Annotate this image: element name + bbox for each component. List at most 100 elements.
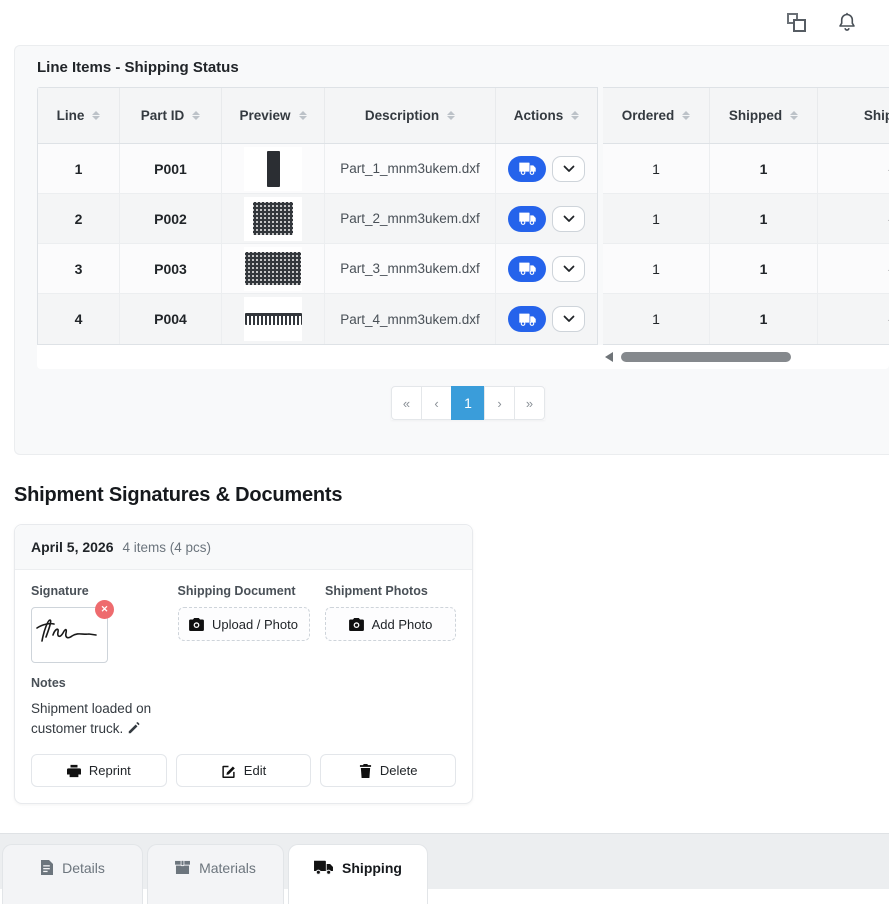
tab-shipping[interactable]: Shipping [288, 844, 428, 904]
column-header-shipped-date[interactable]: Shipped [818, 88, 889, 143]
tab-materials[interactable]: Materials [147, 844, 284, 904]
ship-truck-button[interactable] [508, 156, 546, 182]
cell-shipped-date: - [818, 244, 889, 293]
column-header-preview[interactable]: Preview [222, 88, 325, 143]
part-preview-shape [253, 202, 293, 235]
edit-button[interactable]: Edit [176, 754, 312, 787]
trash-icon [359, 764, 372, 778]
bottom-tab-bar: Details Materials Shipping [0, 833, 889, 889]
part-preview-shape [245, 313, 302, 325]
sort-icon [790, 111, 798, 120]
part-preview-shape [245, 252, 301, 285]
cell-shipped-date: - [818, 194, 889, 243]
box-icon [175, 860, 190, 874]
table-row: 1 P001 Part_1_mnm3ukem.dxf [38, 144, 597, 194]
reprint-button[interactable]: Reprint [31, 754, 167, 787]
pagination-page-1-button[interactable]: 1 [451, 386, 485, 420]
column-header-description[interactable]: Description [325, 88, 496, 143]
cell-shipped: 1 [710, 194, 818, 243]
part-preview-thumbnail[interactable] [244, 147, 302, 191]
ship-truck-button[interactable] [508, 206, 546, 232]
signature-thumbnail[interactable]: ✕ [31, 607, 108, 663]
cell-actions [496, 194, 597, 243]
row-dropdown-button[interactable] [552, 256, 585, 282]
cell-shipped-date: - [818, 294, 889, 344]
notes-text: Shipment loaded on customer truck. [31, 699, 189, 739]
tab-details[interactable]: Details [2, 844, 143, 904]
row-dropdown-button[interactable] [552, 156, 585, 182]
chevron-down-icon [563, 315, 575, 323]
column-header-line[interactable]: Line [38, 88, 120, 143]
cell-actions [496, 244, 597, 293]
cell-shipped: 1 [710, 144, 818, 193]
row-dropdown-button[interactable] [552, 306, 585, 332]
camera-icon [189, 618, 204, 631]
scrollbar-left-arrow-icon[interactable] [605, 352, 613, 362]
column-header-part-id[interactable]: Part ID [120, 88, 222, 143]
pencil-icon[interactable] [127, 721, 141, 735]
scrollbar-thumb[interactable] [621, 352, 791, 362]
cell-ordered: 1 [603, 144, 710, 193]
cell-line: 1 [38, 144, 120, 193]
sort-icon [92, 111, 100, 120]
sort-icon [299, 111, 307, 120]
upload-photo-button[interactable]: Upload / Photo [178, 607, 310, 641]
table-header-row-scroll: Ordered Shipped Shipped [603, 88, 889, 144]
table-fixed-pane: Line Part ID Preview Description Actions… [37, 87, 598, 345]
signature-label: Signature [31, 584, 178, 598]
shipment-photos-label: Shipment Photos [325, 584, 456, 598]
cell-line: 4 [38, 294, 120, 344]
cell-part-id: P001 [120, 144, 222, 193]
chevron-down-icon [563, 215, 575, 223]
shipment-card: April 5, 2026 4 items (4 pcs) Signature … [14, 524, 473, 804]
ship-truck-button[interactable] [508, 306, 546, 332]
line-items-panel: Line Items - Shipping Status Line Part I… [14, 45, 889, 455]
ship-truck-button[interactable] [508, 256, 546, 282]
pagination-prev-button[interactable]: ‹ [421, 386, 452, 420]
cell-ordered: 1 [603, 194, 710, 243]
row-dropdown-button[interactable] [552, 206, 585, 232]
add-photo-button[interactable]: Add Photo [325, 607, 456, 641]
pagination-next-button[interactable]: › [484, 386, 515, 420]
cell-preview [222, 244, 325, 293]
part-preview-thumbnail[interactable] [244, 297, 302, 341]
cell-shipped: 1 [710, 244, 818, 293]
delete-button[interactable]: Delete [320, 754, 456, 787]
sort-icon [571, 111, 579, 120]
pagination-last-button[interactable]: » [514, 386, 545, 420]
cell-part-id: P003 [120, 244, 222, 293]
sort-icon [682, 111, 690, 120]
table-row-scroll: 1 1 - [603, 244, 889, 294]
cell-actions [496, 144, 597, 193]
shipment-date: April 5, 2026 [31, 539, 114, 555]
edit-square-icon [221, 764, 236, 778]
signatures-heading: Shipment Signatures & Documents [14, 484, 889, 507]
shipment-summary: 4 items (4 pcs) [123, 540, 212, 555]
part-preview-thumbnail[interactable] [244, 197, 302, 241]
sort-icon [447, 111, 455, 120]
part-preview-thumbnail[interactable] [244, 247, 302, 291]
x-circle-icon[interactable]: ✕ [95, 600, 114, 619]
cell-shipped: 1 [710, 294, 818, 344]
table-row-scroll: 1 1 - [603, 144, 889, 194]
cell-description: Part_1_mnm3ukem.dxf [325, 144, 496, 193]
pagination-first-button[interactable]: « [391, 386, 422, 420]
cell-ordered: 1 [603, 294, 710, 344]
bell-icon[interactable] [837, 12, 857, 34]
cell-line: 2 [38, 194, 120, 243]
cell-preview [222, 144, 325, 193]
shipment-card-header: April 5, 2026 4 items (4 pcs) [15, 525, 472, 570]
column-header-ordered[interactable]: Ordered [603, 88, 710, 143]
table-row: 4 P004 Part_4_mnm3ukem.dxf [38, 294, 597, 344]
top-bar [0, 0, 889, 45]
table-row-scroll: 1 1 - [603, 194, 889, 244]
column-header-actions[interactable]: Actions [496, 88, 597, 143]
notes-label: Notes [31, 676, 456, 690]
cell-actions [496, 294, 597, 344]
pagination: « ‹ 1 › » [31, 386, 889, 420]
horizontal-scrollbar [37, 345, 889, 369]
clone-icon[interactable] [787, 13, 806, 32]
table-row: 3 P003 Part_3_mnm3ukem.dxf [38, 244, 597, 294]
column-header-shipped[interactable]: Shipped [710, 88, 818, 143]
cell-description: Part_2_mnm3ukem.dxf [325, 194, 496, 243]
